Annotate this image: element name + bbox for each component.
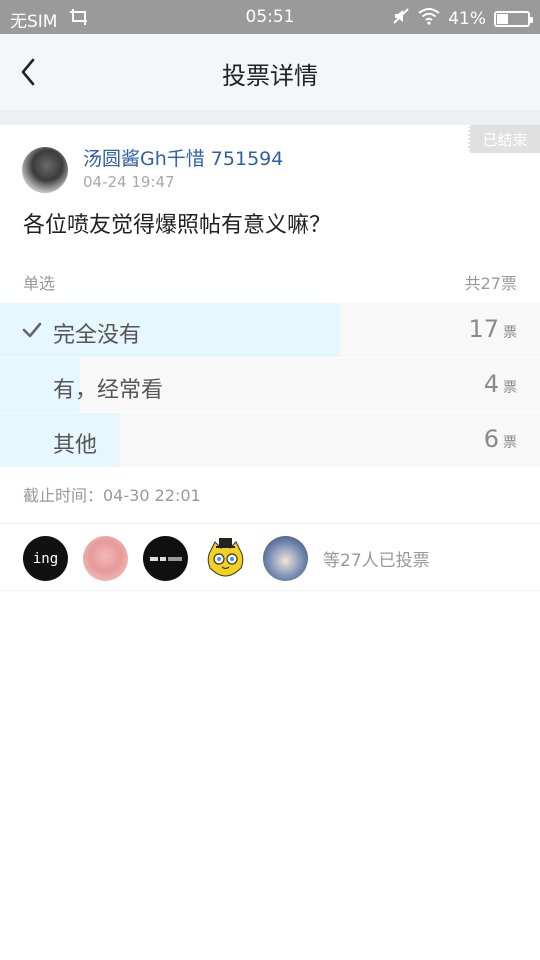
option-count: 17 票 [468,315,517,343]
checkmark-icon [22,322,42,338]
page-title: 投票详情 [222,62,318,90]
battery-level [497,13,509,24]
navigation-bar: 投票详情 [0,34,540,110]
option-count-unit: 票 [503,325,517,341]
battery-icon [494,10,533,27]
option-count-unit: 票 [503,380,517,396]
voter-avatar[interactable] [203,536,248,581]
poll-question: 各位喷友觉得爆照帖有意义嘛？ [23,213,332,238]
divider [0,590,540,591]
total-votes: 共27票 [464,274,517,293]
cat-face-icon [207,538,244,577]
option-count-number: 4 [483,370,499,398]
poll-option[interactable]: 完全没有 17 票 [0,303,540,357]
mute-icon [392,7,410,30]
poll-options: 完全没有 17 票 有，经常看 4 票 其他 6 票 [0,303,540,468]
voter-avatar[interactable]: ing [23,536,68,581]
status-badge: 已结束 [468,125,540,153]
vote-type-label: 单选 [23,274,56,293]
wifi-icon [418,7,440,30]
author-name[interactable]: 汤圆酱Gh千惜 751594 [83,144,283,171]
voter-avatar[interactable] [83,536,128,581]
option-label: 完全没有 [53,323,142,348]
option-count: 6 票 [484,425,517,453]
option-count-unit: 票 [503,435,517,451]
poll-option[interactable]: 有，经常看 4 票 [0,358,540,412]
option-count-number: 17 [468,315,499,343]
voter-avatar[interactable] [263,536,308,581]
option-count-number: 6 [483,425,499,453]
post-time: 04-24 19:47 [83,173,175,191]
voter-avatar[interactable] [143,536,188,581]
option-label: 其他 [53,433,98,458]
option-result-bar [0,303,341,357]
battery-percent: 41% [448,8,486,29]
option-label: 有，经常看 [53,378,164,403]
divider [0,523,540,524]
author-avatar[interactable] [22,147,68,193]
avatar-logo-icon [147,555,184,562]
voter-list[interactable]: ing 等27人已投票 [23,536,430,581]
poll-option[interactable]: 其他 6 票 [0,413,540,467]
option-count: 4 票 [484,370,517,398]
section-divider [0,110,540,125]
poll-deadline: 截止时间：04-30 22:01 [23,486,201,505]
status-bar: 无SIM 05:51 41% [0,0,540,34]
voter-summary: 等27人已投票 [323,551,430,571]
voter-avatar-text: ing [32,550,59,567]
